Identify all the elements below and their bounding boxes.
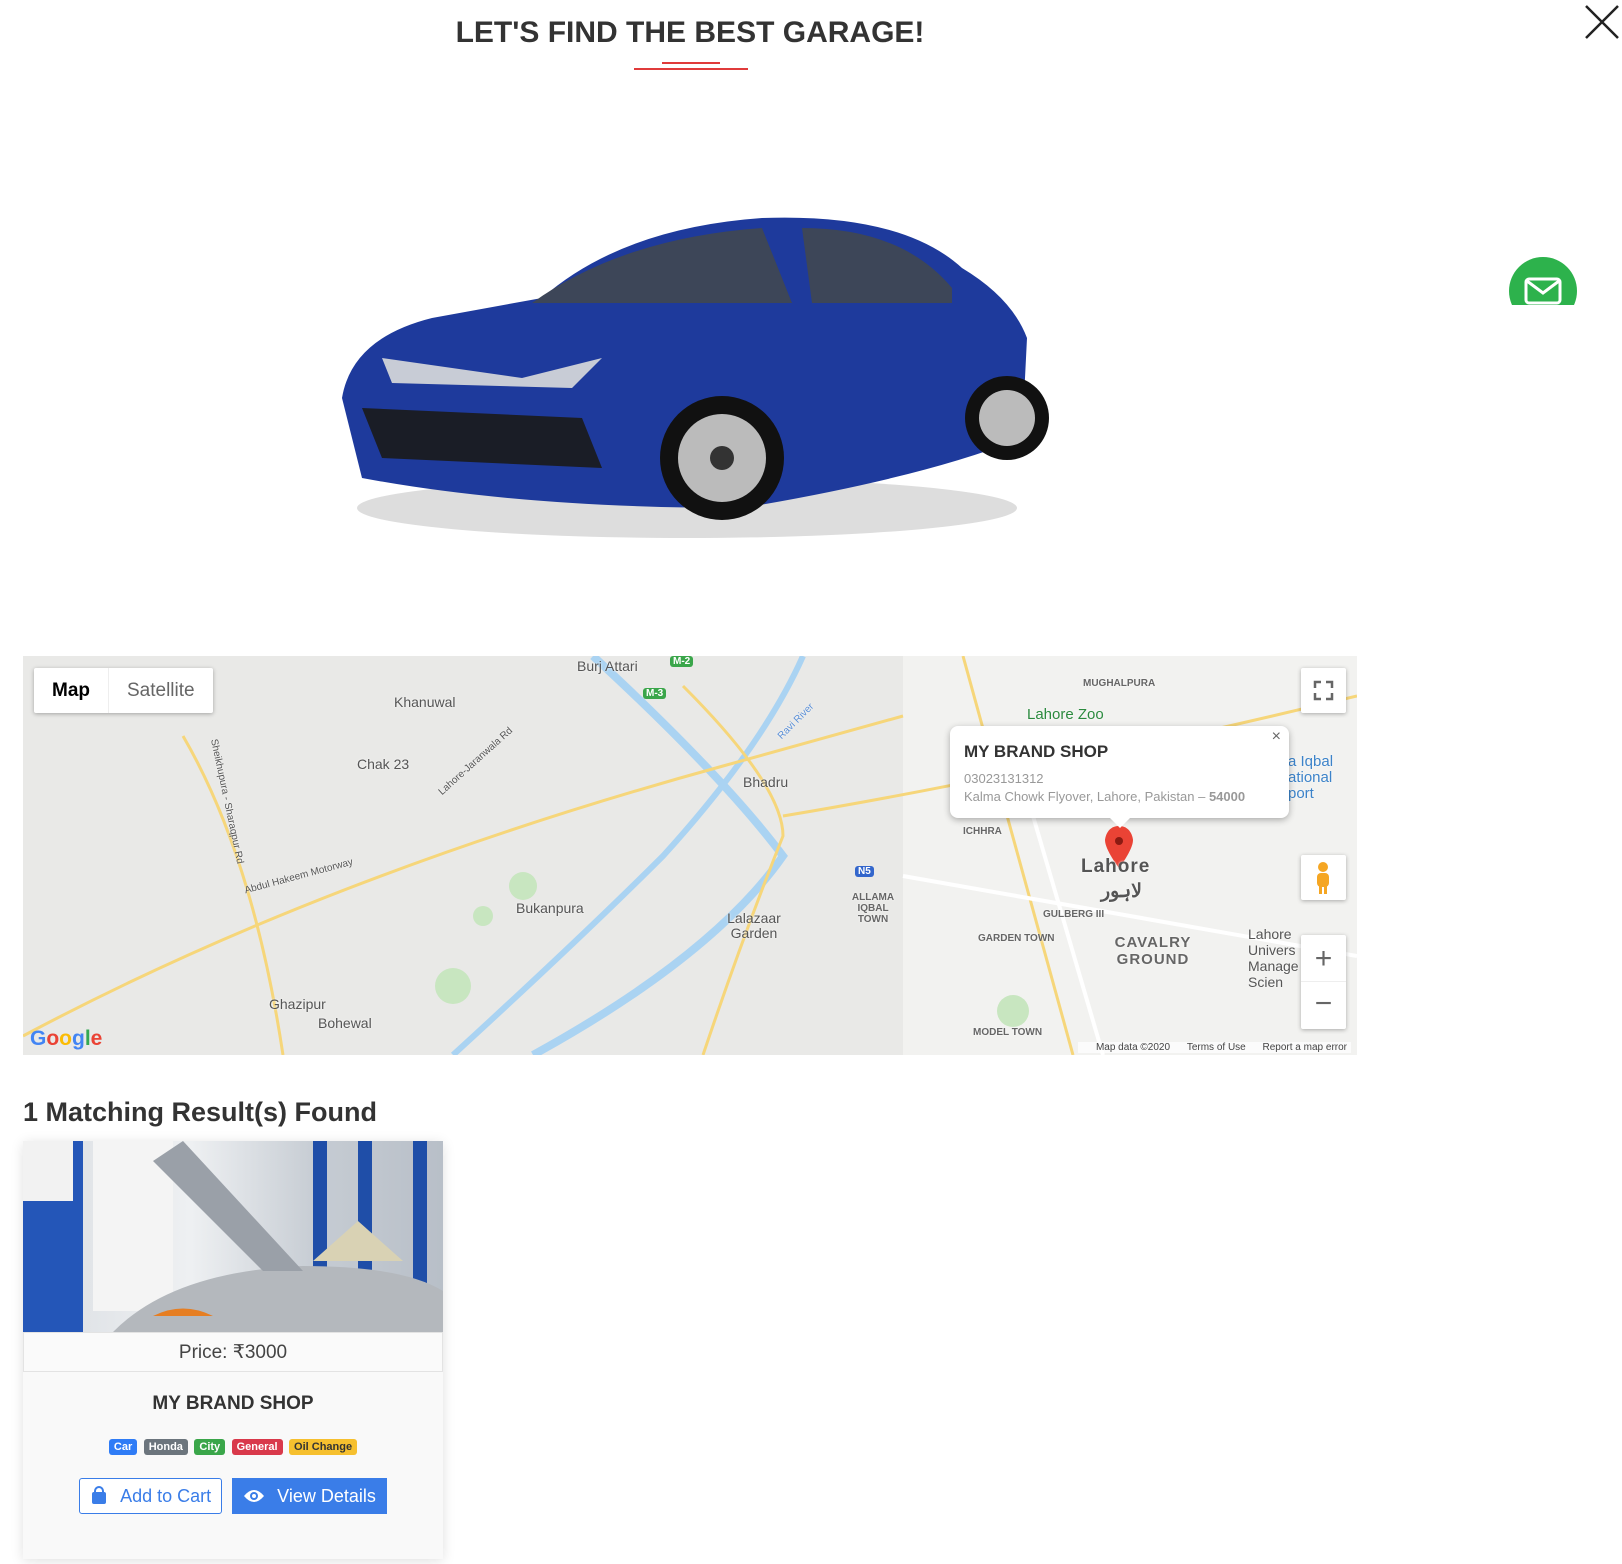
pegman-icon [1317, 862, 1329, 894]
map-label-poi: a Iqbal ational port [1288, 753, 1334, 802]
map-label-city-urdu: لاہور [1101, 881, 1142, 902]
map-data-attribution: Map data ©2020 [1095, 1042, 1171, 1053]
google-logo: Google [30, 1027, 103, 1050]
fullscreen-button[interactable] [1301, 668, 1346, 713]
map-tiles [23, 656, 1357, 1055]
map-label: Burj Attari [577, 658, 638, 674]
map-label: GARDEN TOWN [978, 933, 1055, 944]
map-label: MODEL TOWN [973, 1027, 1043, 1038]
tag-general: General [231, 1439, 283, 1455]
shopping-bag-icon [92, 1486, 107, 1504]
zoom-control: + − [1301, 935, 1346, 1029]
map-label-city: Lahore [1081, 856, 1151, 877]
map-label: MUGHALPURA [1083, 678, 1156, 689]
tag-list: Car Honda City General Oil Change [23, 1437, 443, 1455]
page-title: LET'S FIND THE BEST GARAGE! [455, 16, 925, 49]
highway-shield: M-2 [670, 656, 694, 667]
close-icon[interactable] [1584, 4, 1620, 40]
map-label: Bukanpura [516, 900, 584, 916]
map-label: ICHHRA [963, 826, 1002, 837]
mail-icon [1524, 277, 1562, 305]
map-type-control: Map Satellite [34, 668, 213, 713]
map-label: Lalazaar Garden [727, 910, 781, 941]
map-label: Chak 23 [357, 756, 410, 772]
info-window-close-icon[interactable]: × [1272, 728, 1281, 746]
title-underline [634, 68, 748, 70]
map-label: Bohewal [318, 1015, 372, 1031]
price-label: Price: ₹3000 [23, 1332, 443, 1372]
map-info-window: × MY BRAND SHOP 03023131312 Kalma Chowk … [950, 726, 1289, 828]
results-heading: 1 Matching Result(s) Found [23, 1097, 377, 1127]
map-type-satellite-button[interactable]: Satellite [109, 668, 213, 713]
map-label: Lahore Univers Manage Scien [1248, 926, 1299, 990]
fullscreen-icon [1313, 680, 1334, 701]
garage-photo [23, 1141, 443, 1332]
google-map[interactable]: Burj Attari Khanuwal Chak 23 Bhadru Buka… [23, 656, 1357, 1055]
map-label: Khanuwal [394, 694, 456, 710]
tag-car: Car [108, 1439, 138, 1455]
garage-card: Price: ₹3000 MY BRAND SHOP Car Honda Cit… [23, 1141, 443, 1559]
add-to-cart-button[interactable]: Add to Cart [79, 1478, 223, 1514]
tag-honda: Honda [143, 1439, 188, 1455]
zoom-out-button[interactable]: − [1301, 982, 1346, 1028]
info-window-title: MY BRAND SHOP [964, 742, 1109, 761]
info-window-address: Kalma Chowk Flyover, Lahore, Pakistan – … [964, 789, 1246, 804]
title-underline-accent [662, 62, 720, 64]
view-details-button[interactable]: View Details [232, 1478, 387, 1514]
highway-shield: M-3 [643, 688, 667, 699]
map-label: Bhadru [743, 774, 789, 790]
street-view-pegman[interactable] [1301, 855, 1346, 900]
eye-icon [244, 1490, 265, 1502]
map-footer: Map data ©2020 Terms of Use Report a map… [1077, 1042, 1351, 1053]
zoom-in-button[interactable]: + [1301, 935, 1346, 982]
map-label: ALLAMA IQBAL TOWN [851, 892, 895, 925]
report-error-link[interactable]: Report a map error [1263, 1042, 1347, 1053]
highway-shield: N5 [855, 866, 874, 877]
info-window-phone: 03023131312 [964, 771, 1044, 786]
contact-mail-button[interactable] [1509, 257, 1577, 305]
map-label: GULBERG III [1043, 909, 1105, 920]
map-label-poi[interactable]: Lahore Zoo [1027, 706, 1104, 723]
map-type-map-button[interactable]: Map [34, 668, 109, 713]
garage-name[interactable]: MY BRAND SHOP [23, 1393, 443, 1415]
map-label: Ghazipur [269, 996, 326, 1012]
car-image [342, 217, 1049, 538]
tag-city: City [194, 1439, 226, 1455]
map-label: CAVALRY GROUND [1114, 934, 1192, 968]
tag-oil-change: Oil Change [289, 1439, 358, 1455]
terms-link[interactable]: Terms of Use [1187, 1042, 1246, 1053]
